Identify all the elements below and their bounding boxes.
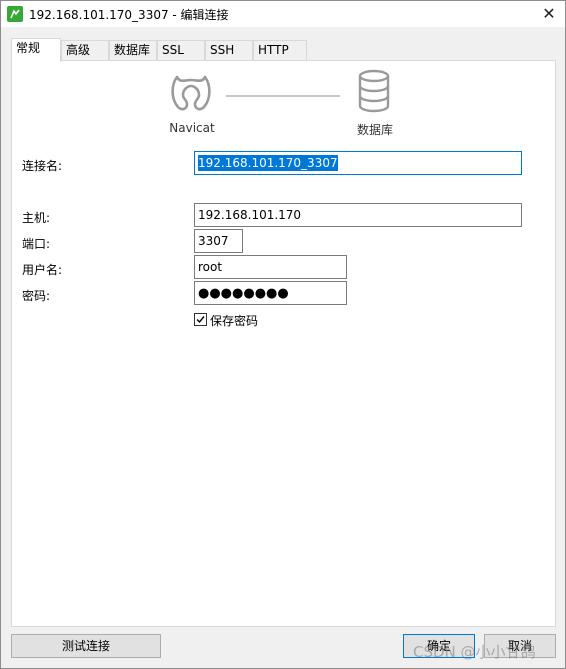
- connection-name-input[interactable]: 192.168.101.170_3307: [194, 151, 522, 175]
- navicat-app-icon: [7, 6, 23, 22]
- general-tab-panel: Navicat 数据库 连接名: 192.168.101.170_3307 主机…: [11, 60, 556, 627]
- connection-line: [226, 95, 340, 97]
- tab-ssh[interactable]: SSH: [205, 40, 253, 61]
- database-icon: [357, 69, 391, 113]
- connection-name-label: 连接名:: [22, 159, 63, 173]
- ok-button[interactable]: 确定: [403, 634, 475, 658]
- port-label: 端口:: [22, 237, 51, 251]
- port-input[interactable]: 3307: [194, 229, 243, 253]
- password-value: ●●●●●●●●: [198, 286, 289, 301]
- cancel-button[interactable]: 取消: [484, 634, 556, 658]
- tab-advanced[interactable]: 高级: [61, 40, 109, 61]
- close-button[interactable]: ✕: [533, 1, 565, 27]
- host-input[interactable]: 192.168.101.170: [194, 203, 522, 227]
- navicat-label: Navicat: [169, 121, 215, 135]
- title-bar[interactable]: 192.168.101.170_3307 - 编辑连接 ✕: [1, 1, 565, 27]
- tab-http[interactable]: HTTP: [253, 40, 307, 61]
- password-label: 密码:: [22, 289, 51, 303]
- username-label: 用户名:: [22, 263, 63, 277]
- tab-databases[interactable]: 数据库: [109, 40, 157, 61]
- connection-name-value: 192.168.101.170_3307: [198, 155, 338, 171]
- save-password-checkbox[interactable]: [194, 313, 207, 326]
- tab-ssl[interactable]: SSL: [157, 40, 205, 61]
- save-password-label: 保存密码: [210, 314, 259, 328]
- username-input[interactable]: root: [194, 255, 347, 279]
- window-title: 192.168.101.170_3307 - 编辑连接: [29, 8, 229, 22]
- checkmark-icon: [196, 316, 205, 324]
- navicat-logo-icon: [168, 69, 214, 115]
- edit-connection-dialog: 192.168.101.170_3307 - 编辑连接 ✕ 常规 高级 数据库 …: [0, 0, 566, 669]
- host-label: 主机:: [22, 211, 51, 225]
- database-label: 数据库: [356, 123, 393, 137]
- password-input[interactable]: ●●●●●●●●: [194, 281, 347, 305]
- test-connection-button[interactable]: 测试连接: [11, 634, 161, 658]
- tab-general[interactable]: 常规: [11, 38, 61, 62]
